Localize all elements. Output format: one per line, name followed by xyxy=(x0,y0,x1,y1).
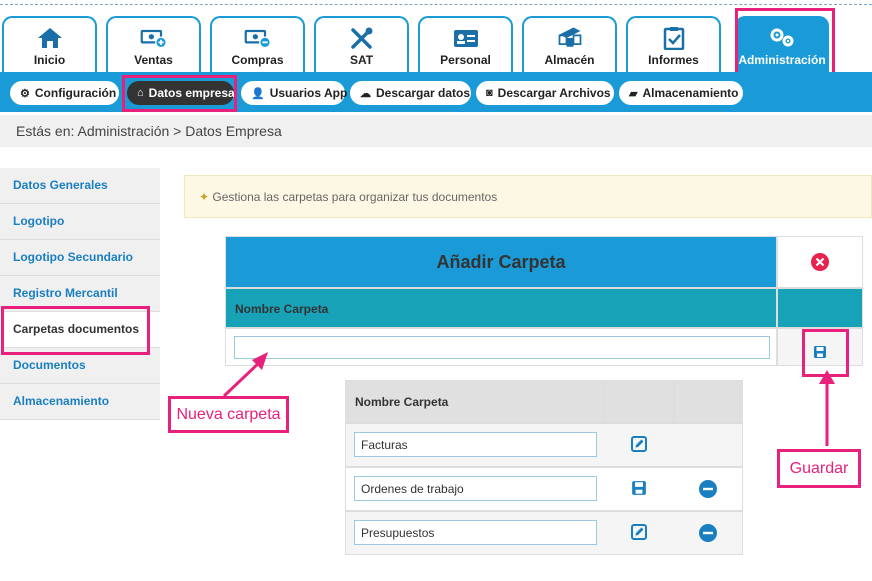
annotation-arrows xyxy=(222,352,835,446)
annotation-nueva-carpeta: Nueva carpeta xyxy=(168,396,289,433)
annotation-guardar: Guardar xyxy=(777,449,861,488)
